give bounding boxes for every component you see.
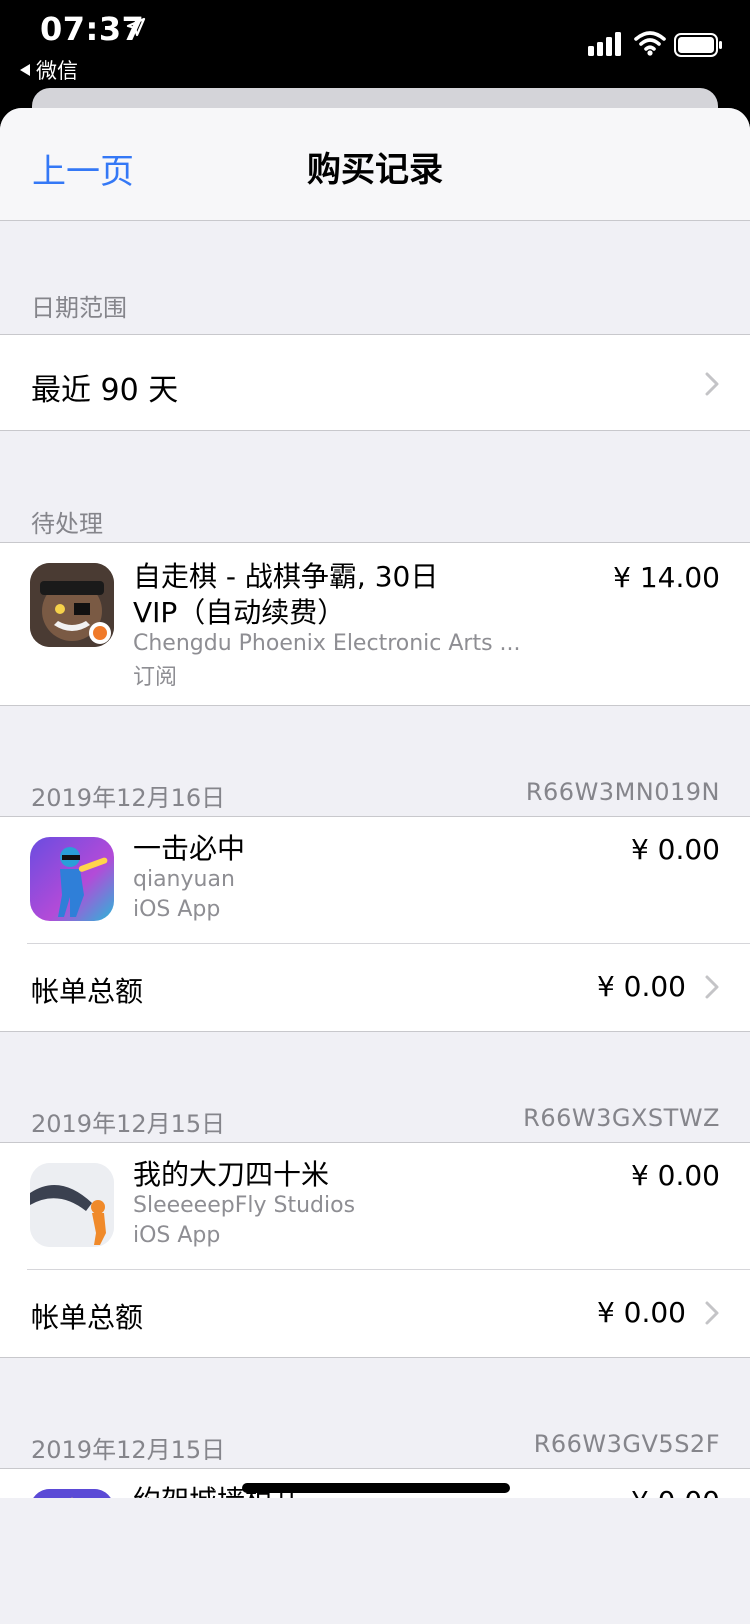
app-title-line1: 自走棋 - 战棋争霸, 30日 [133, 560, 439, 593]
date-range-row[interactable]: 最近 90 天 [0, 335, 750, 430]
app-developer: SleeeeepFly Studios [133, 1193, 356, 1218]
date-range-group: 最近 90 天 [0, 334, 750, 431]
app-title: 我的大刀四十米 [133, 1158, 330, 1191]
chevron-right-icon [705, 1301, 719, 1325]
app-icon-autochess [30, 563, 114, 647]
signal-icon [588, 32, 621, 56]
sword-character-icon [30, 1163, 114, 1247]
app-price: ¥ 14.00 [613, 561, 720, 594]
order-date: 2019年12月15日 [31, 1436, 226, 1464]
pending-group: 自走棋 - 战棋争霸, 30日 VIP（自动续费） Chengdu Phoeni… [0, 542, 750, 706]
order-id: R66W3GXSTWZ [523, 1104, 720, 1132]
hero-character-icon [30, 837, 114, 921]
bill-total-row[interactable]: 帐单总额 ¥ 0.00 [0, 1270, 750, 1357]
home-indicator[interactable] [242, 1483, 510, 1493]
app-icon-dadao [30, 1163, 114, 1247]
bill-total-label: 帐单总额 [31, 1301, 144, 1334]
location-arrow-icon [126, 17, 146, 37]
app-price: ¥ 0.00 [630, 1159, 720, 1192]
purchase-row[interactable]: 我的大刀四十米 SleeeeepFly Studios iOS App ¥ 0.… [0, 1143, 750, 1269]
app-type: 订阅 [133, 665, 178, 690]
order-id: R66W3MN019N [525, 778, 720, 806]
back-to-app-link[interactable]: 微信 [20, 55, 78, 85]
date-range-header: 日期范围 [31, 294, 127, 322]
bill-total-value: ¥ 0.00 [596, 970, 686, 1003]
status-bar: 07:37 微信 [0, 0, 750, 95]
navigation-bar: 上一页 购买记录 [0, 108, 750, 221]
page-title: 购买记录 [307, 150, 443, 190]
date-range-value: 最近 90 天 [31, 373, 179, 408]
purchase-row[interactable]: 一击必中 qianyuan iOS App ¥ 0.00 [0, 817, 750, 943]
battery-icon [674, 33, 722, 57]
app-icon-yijibizhong [30, 837, 114, 921]
purchase-history-sheet: 上一页 购买记录 日期范围 最近 90 天 待处理 自走棋 - 战棋争霸, 30… [0, 108, 750, 1624]
app-type: iOS App [133, 1223, 221, 1248]
order-group: 我的大刀四十米 SleeeeepFly Studios iOS App ¥ 0.… [0, 1142, 750, 1358]
app-title: 一击必中 [133, 832, 246, 865]
wifi-icon [634, 31, 666, 56]
chevron-right-icon [705, 975, 719, 999]
bill-total-label: 帐单总额 [31, 975, 144, 1008]
bill-total-value: ¥ 0.00 [596, 1296, 686, 1329]
back-app-label: 微信 [36, 59, 78, 83]
order-group: 一击必中 qianyuan iOS App ¥ 0.00 帐单总额 ¥ 0.00 [0, 816, 750, 1032]
home-indicator-area [0, 1498, 750, 1624]
pending-purchase-row[interactable]: 自走棋 - 战棋争霸, 30日 VIP（自动续费） Chengdu Phoeni… [0, 543, 750, 705]
app-type: iOS App [133, 897, 221, 922]
app-price: ¥ 0.00 [630, 833, 720, 866]
app-developer: qianyuan [133, 867, 235, 892]
chevron-right-icon [705, 372, 719, 396]
order-date: 2019年12月15日 [31, 1110, 226, 1138]
app-title-line2: VIP（自动续费） [133, 596, 346, 629]
back-triangle-icon [20, 64, 30, 76]
app-developer: Chengdu Phoenix Electronic Arts ... [133, 631, 521, 656]
order-id: R66W3GV5S2F [533, 1430, 720, 1458]
bear-character-icon [30, 563, 114, 647]
pending-header: 待处理 [31, 510, 103, 538]
bill-total-row[interactable]: 帐单总额 ¥ 0.00 [0, 944, 750, 1031]
order-date: 2019年12月16日 [31, 784, 226, 812]
